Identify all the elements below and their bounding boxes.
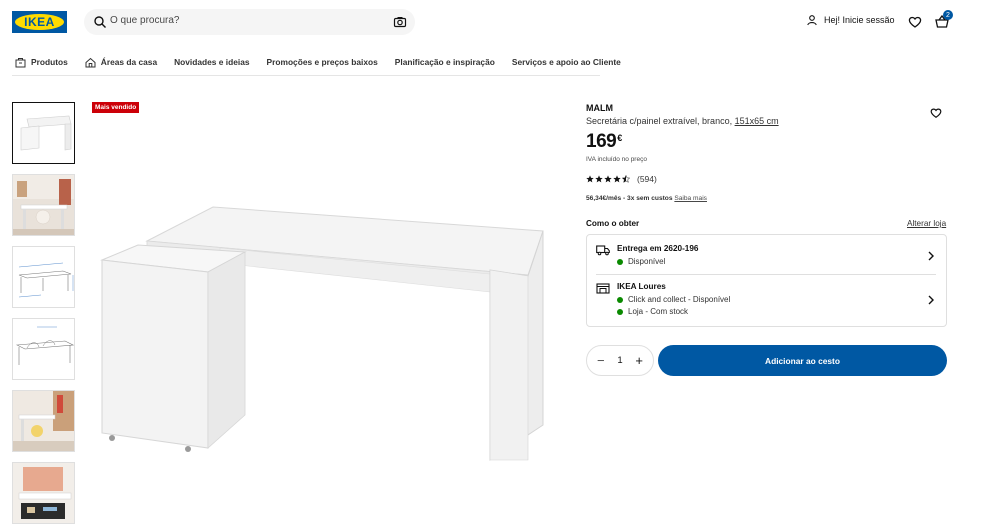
thumbnail-1[interactable] [12,102,75,164]
heart-icon[interactable] [908,15,922,29]
products-icon [15,57,26,67]
delivery-status: Disponível [617,257,665,266]
nav-item-promotions[interactable]: Promoções e preços baixos [267,57,378,67]
product-description: Secretária c/painel extraível, branco, 1… [586,116,779,126]
login-label: Hej! Inicie sessão [824,15,895,25]
store-icon [596,283,610,294]
nav-label: Produtos [31,57,68,67]
truck-icon [596,245,610,256]
thumbnail-3[interactable] [12,246,75,308]
favourite-heart-icon[interactable] [930,107,942,119]
delivery-status-text: Disponível [628,257,666,266]
add-to-cart-button[interactable]: Adicionar ao cesto [658,345,947,376]
assembly-drawing-image [15,326,74,365]
finance-more-link[interactable]: Saiba mais [674,195,707,202]
price-integer: 169 [586,131,617,152]
thumbnail-2[interactable] [12,174,75,236]
search-bar[interactable]: O que procura? [84,9,415,35]
finance-terms: 56,34€/mês - 3x sem custos [586,195,673,202]
desk-thumbnail-image [20,115,72,151]
best-seller-badge: Mais vendido [92,102,140,113]
rating-count: (594) [637,174,657,184]
main-nav: Produtos Áreas da casa Novidades e ideia… [15,55,638,69]
product-name: MALM [586,103,613,113]
login-link[interactable]: Hej! Inicie sessão [806,14,895,26]
product-rating[interactable]: (594) [586,174,657,184]
logo-text: IKEA [24,15,55,29]
nav-label: Novidades e ideias [174,57,250,67]
nav-label: Promoções e preços baixos [266,57,378,67]
product-dimensions-link[interactable]: 151x65 cm [735,116,779,126]
store-stock: Loja - Com stock [617,307,688,316]
logo-oval: IKEA [15,14,64,30]
thumbnail-4[interactable] [12,318,75,380]
nav-label: Áreas da casa [100,57,158,67]
star-full-icon [595,175,603,183]
product-main-image[interactable] [90,115,560,515]
nav-item-services[interactable]: Serviços e apoio ao Cliente [512,57,621,67]
store-click-collect: Click and collect - Disponível [617,295,730,304]
availability-divider [596,274,936,275]
nav-item-products[interactable]: Produtos [15,57,68,68]
chevron-right-icon[interactable] [927,251,935,261]
status-dot-icon [617,308,623,315]
nav-label: Serviços e apoio ao Cliente [511,57,621,67]
search-icon [94,16,106,28]
nav-label: Planificação e inspiração [394,57,495,67]
change-store-link[interactable]: Alterar loja [907,219,946,228]
thumbnail-5[interactable] [12,390,75,452]
star-full-icon [586,175,594,183]
how-to-get-heading: Como o obter [586,219,640,228]
store-line-text: Loja - Com stock [628,307,689,316]
price-currency: € [617,133,622,143]
status-dot-icon [617,258,623,265]
star-full-icon [604,175,612,183]
search-input[interactable]: O que procura? [110,15,180,26]
nav-divider [12,75,600,76]
quantity-value[interactable]: 1 [617,355,622,366]
nav-item-rooms[interactable]: Áreas da casa [85,57,157,68]
room-photo-image [13,175,74,235]
camera-icon[interactable] [393,15,407,29]
store-title: IKEA Loures [617,282,666,291]
basket-count-badge: 2 [943,10,953,20]
dimensions-drawing-image [18,262,74,298]
home-icon [85,57,96,67]
star-full-icon [613,175,621,183]
user-icon [807,15,817,26]
delivery-title: Entrega em 2620-196 [617,244,699,253]
quantity-stepper: − 1 + [586,345,654,376]
nav-item-news[interactable]: Novidades e ideias [174,57,249,67]
quantity-decrease-button[interactable]: − [597,354,605,367]
quantity-increase-button[interactable]: + [635,354,643,367]
ikea-logo[interactable]: IKEA [12,11,67,33]
thumbnail-6[interactable] [12,462,75,524]
status-dot-icon [617,296,623,303]
finance-info: 56,34€/mês - 3x sem custos Saiba mais [586,195,707,202]
star-half-icon [622,175,630,183]
store-line-text: Click and collect - Disponível [628,295,731,304]
detail-photo-image [13,463,74,523]
chevron-right-icon[interactable] [927,295,935,305]
product-description-text: Secretária c/painel extraível, branco, [586,116,735,126]
product-price: 169€ [586,131,622,153]
vat-note: IVA incluído no preço [586,156,647,163]
nav-item-planning[interactable]: Planificação e inspiração [395,57,495,67]
workspace-photo-image [13,391,74,451]
